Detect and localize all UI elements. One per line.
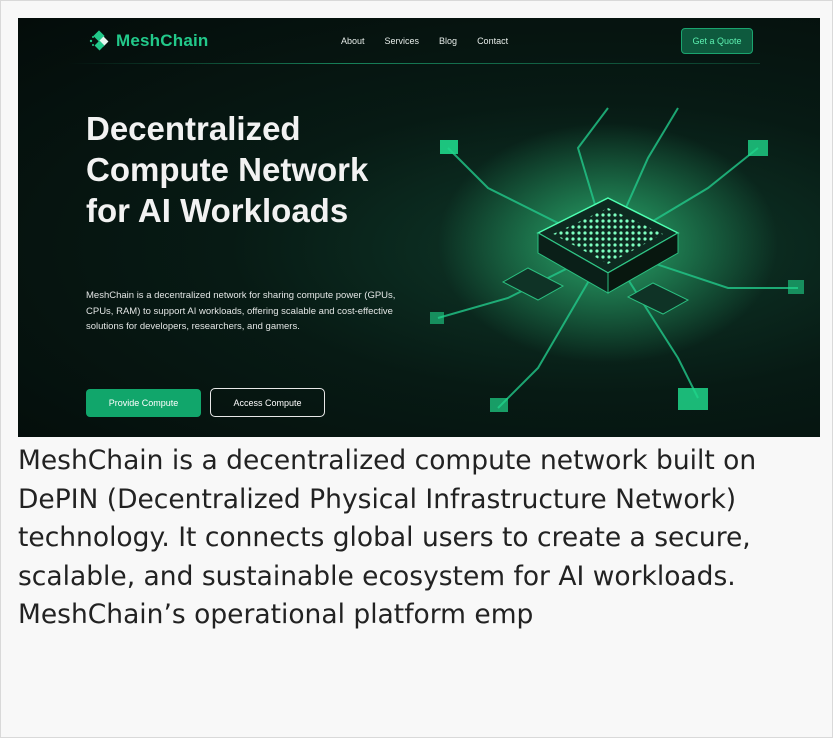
- provide-compute-button[interactable]: Provide Compute: [86, 389, 201, 417]
- nav-blog[interactable]: Blog: [439, 36, 457, 46]
- main-nav: About Services Blog Contact: [341, 36, 508, 46]
- hero-description: MeshChain is a decentralized network for…: [86, 290, 396, 332]
- brand-name: MeshChain: [116, 31, 209, 50]
- get-quote-button[interactable]: Get a Quote: [681, 28, 753, 54]
- nav-contact[interactable]: Contact: [477, 36, 508, 46]
- nav-divider: [68, 63, 760, 64]
- mesh-logo-icon: [89, 30, 109, 51]
- nav-services[interactable]: Services: [385, 36, 420, 46]
- screenshot-frame: MeshChain About Services Blog Contact Ge…: [0, 0, 833, 738]
- hero-section: MeshChain About Services Blog Contact Ge…: [18, 18, 820, 437]
- nav-about[interactable]: About: [341, 36, 365, 46]
- hero-title: Decentralized Compute Network for AI Wor…: [86, 110, 369, 229]
- access-compute-button[interactable]: Access Compute: [210, 388, 325, 417]
- glowing-chip-network-icon: [430, 107, 804, 412]
- caption-text: MeshChain is a decentralized compute net…: [18, 445, 757, 630]
- logo[interactable]: MeshChain: [88, 30, 208, 52]
